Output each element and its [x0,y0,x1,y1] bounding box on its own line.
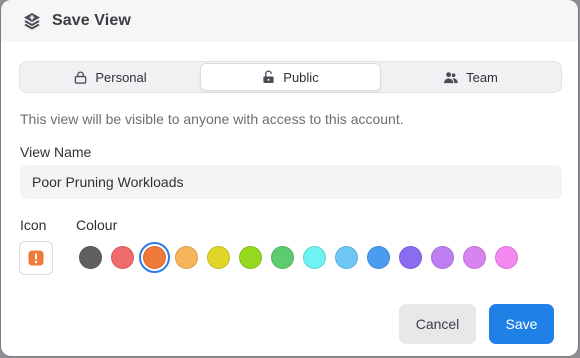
colour-swatch[interactable] [111,246,134,269]
tab-team[interactable]: Team [381,63,560,91]
alert-square-icon [28,250,44,266]
tab-public[interactable]: Public [200,63,381,91]
colour-label: Colour [76,217,118,233]
colour-swatch[interactable] [367,246,390,269]
lock-icon [74,71,95,84]
unlock-icon [262,70,283,84]
colour-swatch[interactable] [79,246,102,269]
tab-team-label: Team [466,69,498,85]
cancel-button[interactable]: Cancel [399,304,476,344]
colour-swatches [79,242,518,273]
dialog-title: Save View [52,12,131,29]
tab-personal-label: Personal [95,69,147,85]
dialog-header: Save View [1,0,578,42]
users-icon [443,71,466,84]
visibility-segmented-control: Personal Public Team [19,61,562,93]
colour-swatch[interactable] [399,246,422,269]
layers-plus-icon [22,11,42,31]
colour-swatch[interactable] [139,242,170,273]
colour-swatch[interactable] [175,246,198,269]
colour-swatch[interactable] [495,246,518,269]
colour-swatch[interactable] [207,246,230,269]
save-button[interactable]: Save [489,304,554,344]
tab-personal[interactable]: Personal [21,63,200,91]
view-name-label: View Name [20,144,92,160]
tab-public-label: Public [283,69,319,85]
view-name-input[interactable] [20,165,562,199]
colour-swatch[interactable] [431,246,454,269]
colour-swatch[interactable] [463,246,486,269]
colour-swatch[interactable] [239,246,262,269]
icon-label: Icon [20,217,47,233]
icon-picker-button[interactable] [19,241,53,275]
colour-swatch[interactable] [303,246,326,269]
save-view-dialog: Save View Personal Public Team This view… [1,0,578,356]
visibility-description: This view will be visible to anyone with… [20,111,404,127]
colour-swatch[interactable] [271,246,294,269]
colour-swatch[interactable] [335,246,358,269]
